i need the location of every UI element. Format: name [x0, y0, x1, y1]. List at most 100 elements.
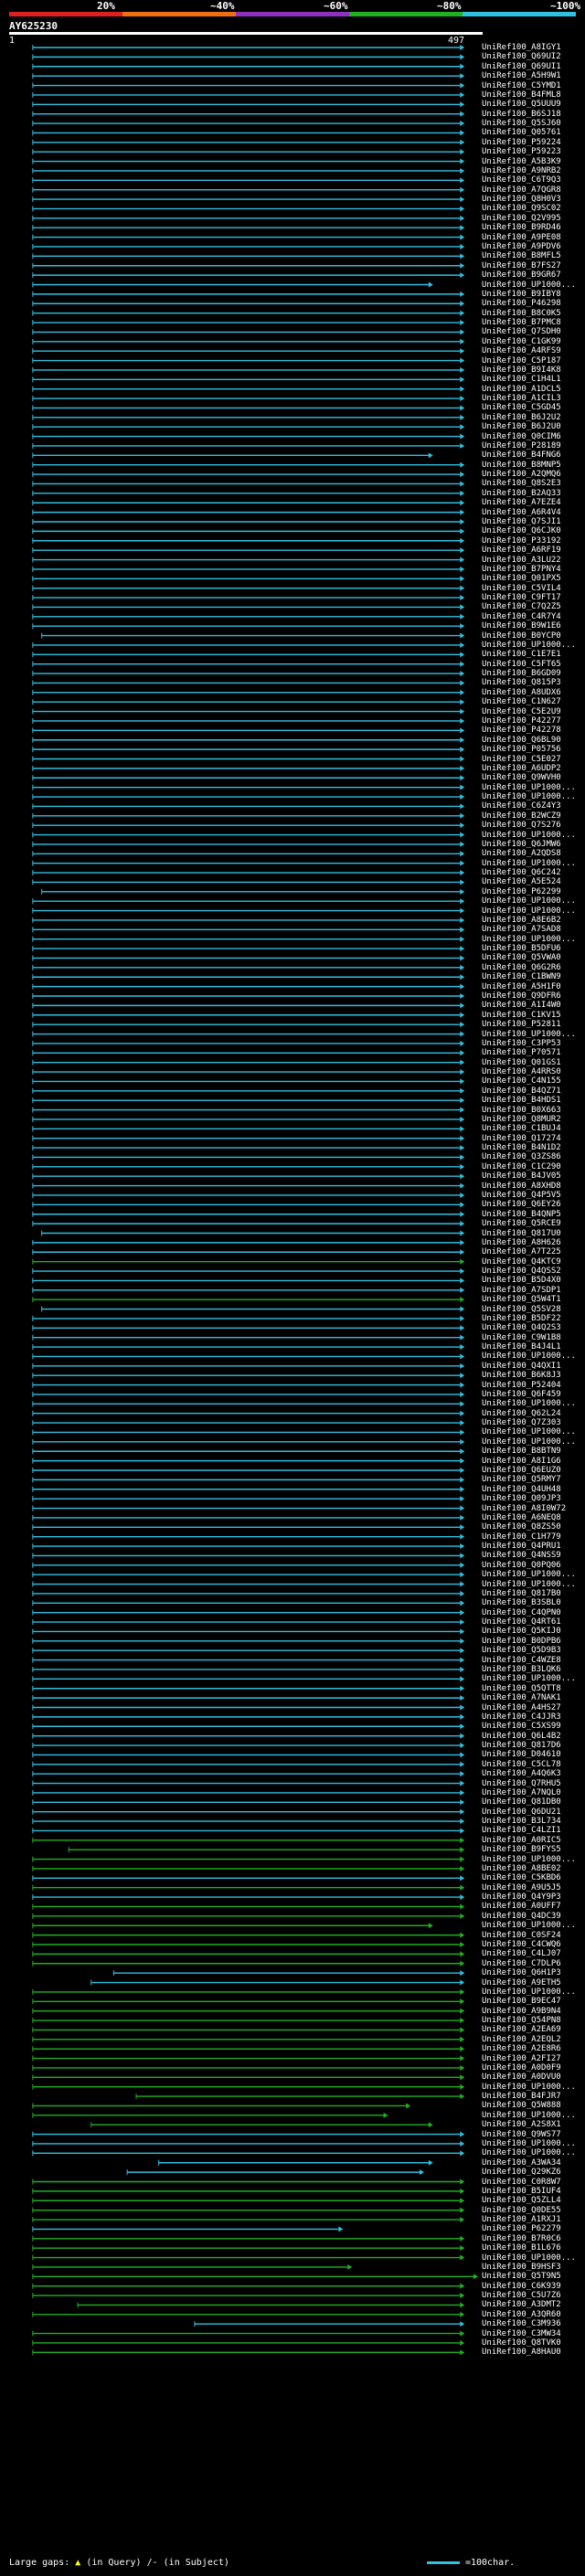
- hit-label[interactable]: UniRef100_Q69UI2: [482, 52, 582, 61]
- hit-label[interactable]: UniRef100_UP1000...: [482, 1570, 582, 1579]
- hit-label[interactable]: UniRef100_B6GD09: [482, 669, 582, 678]
- hit-label[interactable]: UniRef100_B6J2U2: [482, 413, 582, 422]
- hit-label[interactable]: UniRef100_Q4DC39: [482, 1912, 582, 1921]
- hit-label[interactable]: UniRef100_B1L676: [482, 2243, 582, 2253]
- hit-label[interactable]: UniRef100_Q62L24: [482, 1409, 582, 1418]
- hit-label[interactable]: UniRef100_Q6C242: [482, 868, 582, 877]
- hit-label[interactable]: UniRef100_B7PMC8: [482, 318, 582, 327]
- hit-label[interactable]: UniRef100_P42278: [482, 726, 582, 735]
- hit-label[interactable]: UniRef100_UP1000...: [482, 2139, 582, 2148]
- hit-label[interactable]: UniRef100_C7DLP6: [482, 1959, 582, 1968]
- hit-label[interactable]: UniRef100_B4N1D2: [482, 1143, 582, 1152]
- hit-label[interactable]: UniRef100_C1BWN9: [482, 972, 582, 981]
- hit-label[interactable]: UniRef100_B2AQ33: [482, 489, 582, 498]
- hit-label[interactable]: UniRef100_C5VIL4: [482, 584, 582, 593]
- hit-label[interactable]: UniRef100_A3QR60: [482, 2310, 582, 2319]
- hit-label[interactable]: UniRef100_C1BUJ4: [482, 1124, 582, 1133]
- hit-label[interactable]: UniRef100_A7QGR8: [482, 186, 582, 195]
- hit-label[interactable]: UniRef100_Q29KZ6: [482, 2168, 582, 2177]
- hit-label[interactable]: UniRef100_Q4QSS2: [482, 1267, 582, 1276]
- hit-label[interactable]: UniRef100_Q5D9B3: [482, 1646, 582, 1655]
- hit-label[interactable]: UniRef100_P59223: [482, 147, 582, 156]
- hit-label[interactable]: UniRef100_C6Z4Y3: [482, 801, 582, 811]
- hit-label[interactable]: UniRef100_Q8S2E3: [482, 479, 582, 488]
- hit-label[interactable]: UniRef100_P62299: [482, 887, 582, 896]
- hit-label[interactable]: UniRef100_A2EA69: [482, 2025, 582, 2034]
- hit-label[interactable]: UniRef100_B0X663: [482, 1106, 582, 1115]
- hit-label[interactable]: UniRef100_B8MFL5: [482, 251, 582, 260]
- hit-label[interactable]: UniRef100_B4HDS1: [482, 1096, 582, 1105]
- hit-label[interactable]: UniRef100_Q5SJ60: [482, 119, 582, 128]
- hit-label[interactable]: UniRef100_C5P187: [482, 356, 582, 366]
- hit-label[interactable]: UniRef100_Q6EUZ0: [482, 1466, 582, 1475]
- hit-label[interactable]: UniRef100_Q6BL90: [482, 736, 582, 745]
- hit-label[interactable]: UniRef100_B8BTN9: [482, 1447, 582, 1456]
- hit-label[interactable]: UniRef100_C4N155: [482, 1076, 582, 1086]
- hit-label[interactable]: UniRef100_C9W1B8: [482, 1333, 582, 1342]
- hit-label[interactable]: UniRef100_Q54PN8: [482, 2016, 582, 2025]
- hit-label[interactable]: UniRef100_UP1000...: [482, 1399, 582, 1408]
- hit-label[interactable]: UniRef100_B4QNP5: [482, 1210, 582, 1219]
- hit-label[interactable]: UniRef100_A0D0F9: [482, 2063, 582, 2072]
- hit-label[interactable]: UniRef100_A1RXJ1: [482, 2215, 582, 2224]
- hit-label[interactable]: UniRef100_C4LJ07: [482, 1949, 582, 1958]
- hit-label[interactable]: UniRef100_A4Q6K3: [482, 1769, 582, 1778]
- hit-label[interactable]: UniRef100_Q8ZS50: [482, 1522, 582, 1532]
- hit-label[interactable]: UniRef100_Q5RCE9: [482, 1219, 582, 1228]
- hit-label[interactable]: UniRef100_A5H1F0: [482, 982, 582, 991]
- hit-label[interactable]: UniRef100_Q5VWA0: [482, 953, 582, 962]
- hit-label[interactable]: UniRef100_D04610: [482, 1750, 582, 1759]
- hit-label[interactable]: UniRef100_A8HAU0: [482, 2348, 582, 2357]
- hit-label[interactable]: UniRef100_Q4UH48: [482, 1485, 582, 1494]
- hit-label[interactable]: UniRef100_UP1000...: [482, 281, 582, 290]
- hit-label[interactable]: UniRef100_A5E524: [482, 877, 582, 886]
- hit-label[interactable]: UniRef100_A2E8R6: [482, 2044, 582, 2053]
- hit-label[interactable]: UniRef100_Q69UI1: [482, 62, 582, 71]
- hit-label[interactable]: UniRef100_C4LZI1: [482, 1826, 582, 1835]
- hit-label[interactable]: UniRef100_A3LU22: [482, 556, 582, 565]
- hit-label[interactable]: UniRef100_C4JJR3: [482, 1712, 582, 1722]
- hit-label[interactable]: UniRef100_A2EQL2: [482, 2035, 582, 2044]
- hit-label[interactable]: UniRef100_UP1000...: [482, 2253, 582, 2263]
- hit-label[interactable]: UniRef100_Q815P3: [482, 678, 582, 687]
- hit-label[interactable]: UniRef100_B5IUF4: [482, 2187, 582, 2196]
- hit-label[interactable]: UniRef100_A3WA34: [482, 2158, 582, 2168]
- hit-label[interactable]: UniRef100_Q817B0: [482, 1589, 582, 1598]
- hit-label[interactable]: UniRef100_B8MNP5: [482, 461, 582, 470]
- hit-label[interactable]: UniRef100_C1KV15: [482, 1011, 582, 1020]
- hit-label[interactable]: UniRef100_Q4RT61: [482, 1617, 582, 1627]
- hit-label[interactable]: UniRef100_C4R7Y4: [482, 612, 582, 621]
- hit-label[interactable]: UniRef100_Q4Y9P3: [482, 1892, 582, 1902]
- hit-label[interactable]: UniRef100_B4QZ71: [482, 1087, 582, 1096]
- hit-label[interactable]: UniRef100_Q3ZS86: [482, 1152, 582, 1161]
- hit-label[interactable]: UniRef100_A6NEQ8: [482, 1513, 582, 1522]
- hit-label[interactable]: UniRef100_B4JV05: [482, 1171, 582, 1181]
- hit-label[interactable]: UniRef100_B9I4K8: [482, 366, 582, 375]
- hit-label[interactable]: UniRef100_C0SF24: [482, 1931, 582, 1940]
- hit-label[interactable]: UniRef100_Q6F459: [482, 1390, 582, 1399]
- hit-label[interactable]: UniRef100_UP1000...: [482, 1674, 582, 1683]
- hit-label[interactable]: UniRef100_C1E7E1: [482, 650, 582, 659]
- hit-label[interactable]: UniRef100_Q9SC02: [482, 204, 582, 213]
- hit-label[interactable]: UniRef100_UP1000...: [482, 1437, 582, 1447]
- hit-label[interactable]: UniRef100_A0UFF7: [482, 1902, 582, 1911]
- hit-label[interactable]: UniRef100_B9EC47: [482, 1997, 582, 2006]
- hit-label[interactable]: UniRef100_UP1000...: [482, 783, 582, 792]
- hit-label[interactable]: UniRef100_Q8TVK0: [482, 2338, 582, 2348]
- hit-label[interactable]: UniRef100_C1H4L1: [482, 375, 582, 384]
- hit-label[interactable]: UniRef100_UP1000...: [482, 792, 582, 801]
- hit-label[interactable]: UniRef100_A8I0W72: [482, 1504, 582, 1513]
- hit-label[interactable]: UniRef100_C4CWQ6: [482, 1940, 582, 1949]
- hit-label[interactable]: UniRef100_A8H626: [482, 1238, 582, 1247]
- hit-label[interactable]: UniRef100_A6RF19: [482, 546, 582, 555]
- hit-label[interactable]: UniRef100_A9ETH5: [482, 1978, 582, 1988]
- hit-label[interactable]: UniRef100_P70571: [482, 1048, 582, 1057]
- hit-label[interactable]: UniRef100_C6T9Q3: [482, 175, 582, 185]
- hit-label[interactable]: UniRef100_UP1000...: [482, 1352, 582, 1361]
- hit-label[interactable]: UniRef100_A9NRB2: [482, 166, 582, 175]
- hit-label[interactable]: UniRef100_B4FNG6: [482, 451, 582, 460]
- hit-label[interactable]: UniRef100_UP1000...: [482, 2111, 582, 2120]
- hit-label[interactable]: UniRef100_A9U5J5: [482, 1883, 582, 1892]
- hit-label[interactable]: UniRef100_C5GD45: [482, 403, 582, 412]
- hit-label[interactable]: UniRef100_C5U7Z6: [482, 2291, 582, 2300]
